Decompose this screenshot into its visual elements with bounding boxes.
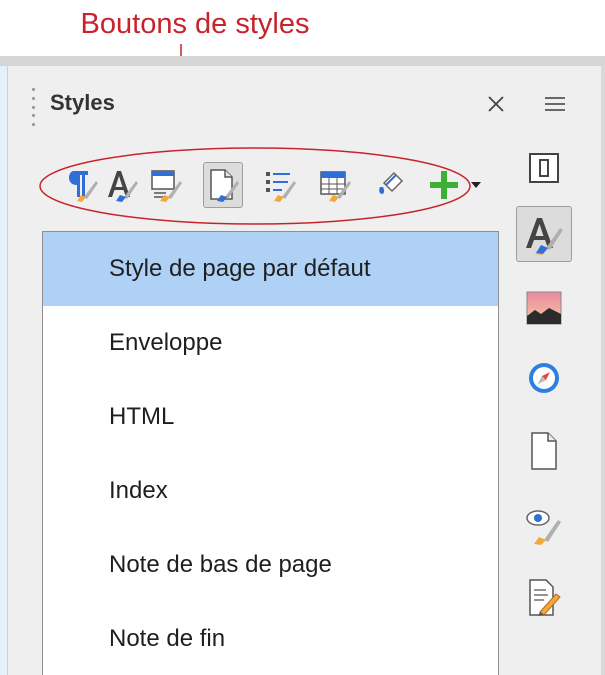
new-style-button[interactable] (424, 162, 464, 208)
gallery-icon (526, 291, 562, 325)
dropdown-arrow-icon (471, 182, 481, 188)
style-inspector-icon (526, 510, 561, 545)
styles-icon (526, 218, 563, 255)
sidebar-tab-page[interactable] (516, 423, 572, 479)
list-item[interactable]: Enveloppe (43, 306, 498, 380)
panel-title: Styles (50, 90, 115, 115)
list-item[interactable]: HTML (43, 380, 498, 454)
frame-styles-button[interactable] (146, 162, 186, 208)
character-styles-button[interactable] (102, 162, 142, 208)
list-item[interactable]: Style de page par défaut (43, 232, 498, 306)
page-styles-icon (210, 169, 239, 202)
list-item[interactable]: Index (43, 454, 498, 528)
close-icon (488, 96, 504, 112)
close-panel-button[interactable] (482, 90, 510, 118)
sidebar-tab-properties[interactable] (516, 140, 572, 196)
sidebar-tab-styles[interactable] (516, 206, 572, 262)
sidebar-tab-manage-changes[interactable] (516, 570, 572, 626)
styles-list[interactable]: Style de page par défaut Enveloppe HTML … (42, 231, 499, 675)
fill-format-mode-button[interactable] (372, 162, 412, 208)
drag-handle[interactable] (32, 88, 36, 126)
paragraph-styles-button[interactable] (62, 162, 102, 208)
document-edge (0, 66, 8, 675)
list-item[interactable]: Note de fin (43, 602, 498, 675)
frame-styles-icon (151, 170, 182, 202)
page-styles-button[interactable] (203, 162, 243, 208)
table-styles-button[interactable] (315, 162, 355, 208)
sidebar-tab-style-inspector[interactable] (516, 498, 572, 554)
paragraph-styles-icon (69, 171, 98, 202)
screenshot: Boutons de styles Styles Style de page p… (0, 0, 605, 675)
navigator-icon (529, 363, 559, 393)
window-edge (601, 66, 605, 675)
sidebar-tab-gallery[interactable] (516, 280, 572, 336)
hamburger-menu-icon (545, 97, 565, 111)
manage-changes-icon (529, 579, 561, 616)
panel-top-border (0, 56, 605, 66)
table-styles-icon (320, 171, 351, 202)
annotation-label: Boutons de styles (80, 8, 310, 40)
list-item[interactable]: Note de bas de page (43, 528, 498, 602)
list-styles-button[interactable] (260, 162, 300, 208)
panel-menu-button[interactable] (540, 89, 570, 119)
character-styles-icon (108, 171, 138, 202)
page-icon (531, 432, 557, 470)
fill-format-mode-icon (379, 171, 404, 194)
style-actions-dropdown[interactable] (466, 162, 486, 208)
sidebar-tab-navigator[interactable] (516, 350, 572, 406)
properties-icon (529, 153, 559, 183)
list-styles-icon (266, 172, 296, 202)
new-style-icon (430, 171, 458, 199)
